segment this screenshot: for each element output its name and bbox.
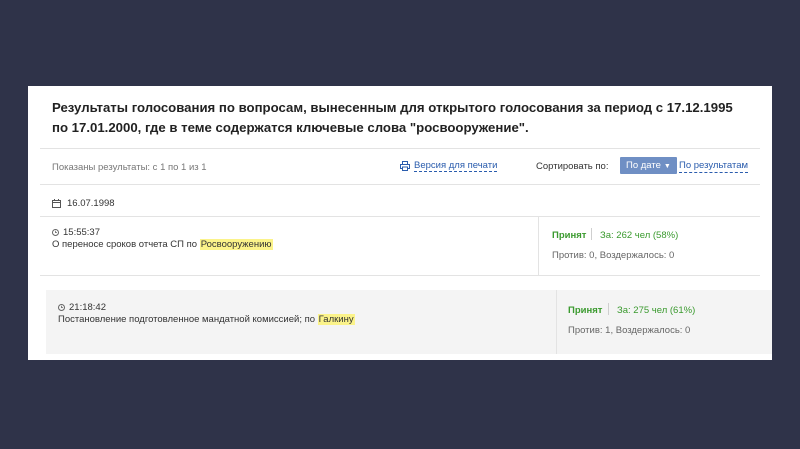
sort-by-results-link[interactable]: По результатам [679, 160, 749, 173]
print-version-label: Версия для печати [414, 160, 498, 172]
vote-description: О переносе сроков отчета СП по Росвооруж… [52, 239, 273, 250]
vote-against-abstained: Против: 1, Воздержалось: 0 [568, 325, 691, 336]
verdict-separator [608, 303, 609, 315]
column-divider [556, 290, 557, 354]
vote-time: 21:18:42 [58, 302, 106, 313]
vote-verdict: Принят [552, 230, 587, 241]
verdict-separator [591, 228, 592, 240]
page-title: Результаты голосования по вопросам, выне… [52, 100, 733, 135]
vote-description: Постановление подготовленное мандатной к… [58, 314, 355, 325]
sort-by-date-label: По дате [626, 160, 661, 171]
divider [40, 148, 760, 149]
calendar-icon [52, 199, 61, 208]
results-count: Показаны результаты: с 1 по 1 из 1 [52, 162, 207, 173]
vote-time-value: 15:55:37 [63, 227, 100, 238]
vote-description-text: Постановление подготовленное мандатной к… [58, 314, 318, 325]
printer-icon [400, 161, 410, 171]
clock-icon [58, 304, 65, 311]
keyword-highlight: Галкину [317, 314, 355, 325]
sort-by-date-button[interactable]: По дате ▼ [620, 157, 677, 174]
date-header: 16.07.1998 [52, 198, 115, 209]
clock-icon [52, 229, 59, 236]
print-version-link[interactable]: Версия для печати [400, 160, 498, 172]
vote-description-text: О переносе сроков отчета СП по [52, 239, 200, 250]
vote-for-count: За: 262 чел (58%) [600, 230, 679, 241]
vote-verdict: Принят [568, 305, 603, 316]
divider [40, 184, 760, 185]
date-value: 16.07.1998 [67, 198, 115, 209]
vote-for-count: За: 275 чел (61%) [617, 305, 696, 316]
caret-down-icon: ▼ [663, 163, 671, 170]
keyword-highlight: Росвооружению [199, 239, 273, 250]
column-divider [538, 217, 539, 275]
results-panel: Результаты голосования по вопросам, выне… [28, 86, 772, 360]
vote-row[interactable]: 21:18:42 Постановление подготовленное ма… [46, 290, 772, 354]
vote-time: 15:55:37 [52, 227, 100, 238]
vote-against-abstained: Против: 0, Воздержалось: 0 [552, 250, 675, 261]
vote-time-value: 21:18:42 [69, 302, 106, 313]
vote-row[interactable]: 15:55:37 О переносе сроков отчета СП по … [40, 216, 760, 276]
sort-label: Сортировать по: [536, 161, 609, 172]
